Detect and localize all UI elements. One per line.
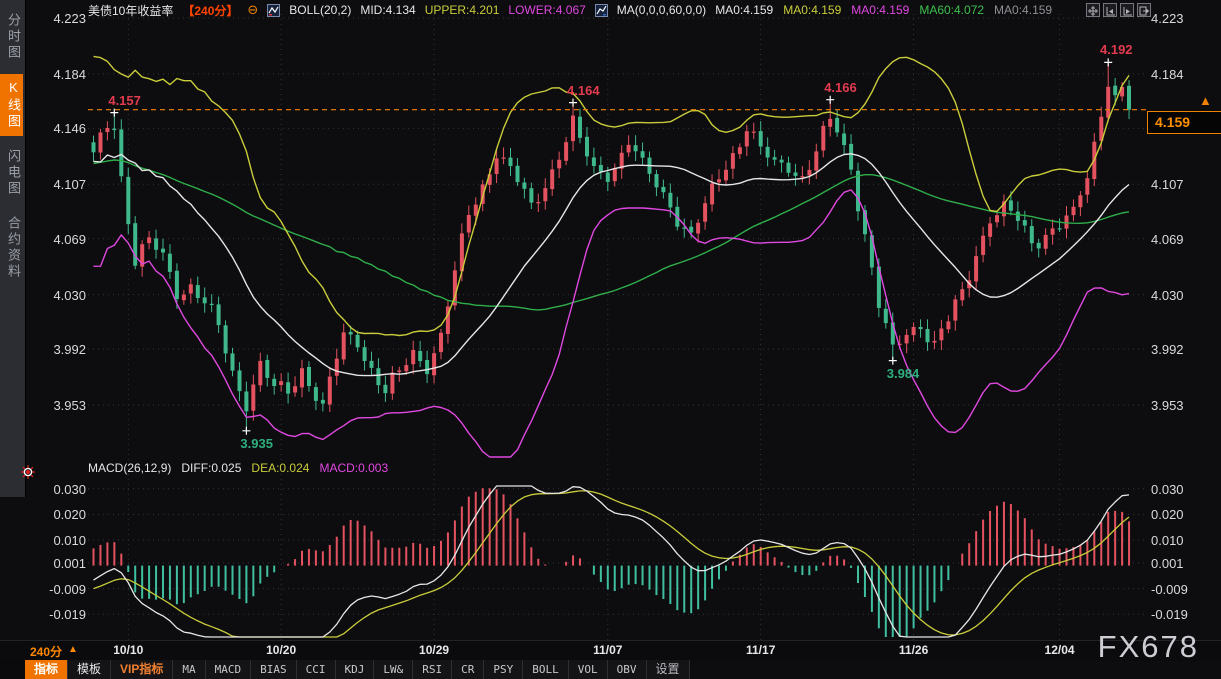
xaxis-row: 240分 ▲ 10/10 10/20 10/29 11/07 11/17 11/26 12/… xyxy=(0,640,1221,661)
toolbar-tab-rsi[interactable]: RSI xyxy=(413,660,452,679)
ma-indicator-icon xyxy=(595,4,608,17)
toolbar-tab-kdj[interactable]: KDJ xyxy=(336,660,375,679)
toolbar-tab-bias[interactable]: BIAS xyxy=(251,660,297,679)
watermark: FX678 xyxy=(1098,629,1199,665)
axis-tick-label: 4.223 xyxy=(28,11,86,26)
axis-tick-label: 0.001 xyxy=(1151,556,1215,571)
chart-title: 美债10年收益率 xyxy=(88,2,173,19)
date-label: 10/29 xyxy=(412,643,456,657)
indicator-header: 美债10年收益率 【240分】 ⊖ BOLL(20,2) MID:4.134 U… xyxy=(88,2,1052,18)
date-label: 12/04 xyxy=(1038,643,1082,657)
axis-tick-label: 0.020 xyxy=(1151,507,1215,522)
axis-tick-label: -0.009 xyxy=(1151,582,1215,597)
bottom-toolbar: 指标模板VIP指标MAMACDBIASCCIKDJLW&RSICRPSYBOLL… xyxy=(25,660,690,679)
collapse-indicator-icon[interactable]: ⊖ xyxy=(247,4,258,16)
chart-canvas[interactable] xyxy=(0,0,1221,660)
boll-indicator-icon xyxy=(267,4,280,17)
axis-tick-label: 4.069 xyxy=(28,232,86,247)
date-label: 11/26 xyxy=(892,643,936,657)
tab-kline-chart[interactable]: K线图 xyxy=(0,74,23,136)
toolbar-tab-lwr[interactable]: LW& xyxy=(374,660,413,679)
macd-diff-value: DIFF:0.025 xyxy=(181,461,241,475)
toolbar-tab-vip-indicator[interactable]: VIP指标 xyxy=(111,660,173,679)
boll-upper-value: UPPER:4.201 xyxy=(425,3,500,17)
axis-tick-label: -0.019 xyxy=(28,607,86,622)
macd-macd-value: MACD:0.003 xyxy=(319,461,388,475)
ma-value: MA0:4.159 xyxy=(783,3,841,17)
axis-tick-label: 3.992 xyxy=(28,342,86,357)
boll-label: BOLL(20,2) xyxy=(289,3,351,17)
last-price-tag: 4.159 xyxy=(1147,111,1221,134)
date-label: 10/20 xyxy=(259,643,303,657)
ma-value: MA60:4.072 xyxy=(919,3,984,17)
chart-tool-icons xyxy=(1086,3,1151,17)
price-up-arrow-icon: ▲ xyxy=(1199,93,1212,108)
ma-label: MA(0,0,0,60,0,0) xyxy=(617,3,706,17)
low-price-annotation: 3.935 xyxy=(240,436,273,451)
low-price-annotation: 3.984 xyxy=(887,366,920,381)
axis-scale-left-icon[interactable] xyxy=(1103,3,1117,17)
date-label: 11/07 xyxy=(586,643,630,657)
axis-scale-right-icon[interactable] xyxy=(1120,3,1134,17)
axis-tick-label: 0.030 xyxy=(1151,482,1215,497)
boll-lower-value: LOWER:4.067 xyxy=(508,3,585,17)
high-price-annotation: 4.157 xyxy=(108,93,141,108)
axis-tick-label: 3.953 xyxy=(1151,398,1215,413)
axis-tick-label: 3.953 xyxy=(28,398,86,413)
toolbar-tab-cci[interactable]: CCI xyxy=(297,660,336,679)
period-tag: 【240分】 xyxy=(182,2,238,19)
axis-tick-label: -0.019 xyxy=(1151,607,1215,622)
boll-mid-value: MID:4.134 xyxy=(360,3,415,17)
axis-tick-label: 4.184 xyxy=(28,67,86,82)
axis-tick-label: 0.030 xyxy=(28,482,86,497)
toolbar-tab-template[interactable]: 模板 xyxy=(68,660,111,679)
high-price-annotation: 4.192 xyxy=(1100,42,1133,57)
date-label: 11/17 xyxy=(739,643,783,657)
axis-tick-label: 3.992 xyxy=(1151,342,1215,357)
macd-header: MACD(26,12,9) DIFF:0.025 DEA:0.024 MACD:… xyxy=(88,461,388,475)
axis-tick-label: 4.069 xyxy=(1151,232,1215,247)
date-label: 10/10 xyxy=(106,643,150,657)
ma-value: MA0:4.159 xyxy=(994,3,1052,17)
tab-time-chart[interactable]: 分时图 xyxy=(0,7,23,67)
axis-tick-label: 0.010 xyxy=(28,533,86,548)
toolbar-tab-cr[interactable]: CR xyxy=(452,660,484,679)
axis-tick-label: 4.030 xyxy=(1151,288,1215,303)
pan-to-latest-icon[interactable] xyxy=(1137,3,1151,17)
alert-dot-icon xyxy=(20,464,36,480)
macd-label: MACD(26,12,9) xyxy=(88,461,171,475)
axis-tick-label: -0.009 xyxy=(28,582,86,597)
timeframe-label[interactable]: 240分 xyxy=(30,643,62,660)
high-price-annotation: 4.164 xyxy=(567,83,600,98)
tab-lightning-chart[interactable]: 闪电图 xyxy=(0,143,23,203)
toolbar-tab-obv[interactable]: OBV xyxy=(608,660,647,679)
axis-tick-label: 4.184 xyxy=(1151,67,1215,82)
axis-tick-label: 4.107 xyxy=(28,177,86,192)
toolbar-tab-indicator[interactable]: 指标 xyxy=(25,660,68,679)
axis-tick-label: 4.223 xyxy=(1151,11,1215,26)
sidebar: 分时图 K线图闪电图合约资料 xyxy=(0,0,26,497)
toolbar-tab-boll[interactable]: BOLL xyxy=(523,660,569,679)
ma-values: MA0:4.159 MA0:4.159 MA0:4.159 MA60:4.072 MA0… xyxy=(715,3,1052,17)
app-window: 分时图 K线图闪电图合约资料 美债10年收益率 【240分】 ⊖ BOLL(20,… xyxy=(0,0,1221,679)
axis-tick-label: 0.010 xyxy=(1151,533,1215,548)
macd-dea-value: DEA:0.024 xyxy=(251,461,309,475)
toolbar-tab-macd[interactable]: MACD xyxy=(206,660,252,679)
axis-tick-label: 0.020 xyxy=(28,507,86,522)
axis-tick-label: 4.030 xyxy=(28,288,86,303)
toolbar-tab-settings[interactable]: 设置 xyxy=(647,660,690,679)
toolbar-tab-ma[interactable]: MA xyxy=(173,660,205,679)
crosshair-move-icon[interactable] xyxy=(1086,3,1100,17)
ma-value: MA0:4.159 xyxy=(851,3,909,17)
toolbar-tab-vol[interactable]: VOL xyxy=(569,660,608,679)
tab-contract-info[interactable]: 合约资料 xyxy=(0,210,23,286)
toolbar-tab-psy[interactable]: PSY xyxy=(484,660,523,679)
axis-tick-label: 4.146 xyxy=(28,121,86,136)
high-price-annotation: 4.166 xyxy=(824,80,857,95)
timeframe-arrow-icon: ▲ xyxy=(68,644,78,655)
axis-tick-label: 0.001 xyxy=(28,556,86,571)
ma-value: MA0:4.159 xyxy=(715,3,773,17)
last-price-value: 4.159 xyxy=(1155,114,1190,130)
axis-tick-label: 4.107 xyxy=(1151,177,1215,192)
